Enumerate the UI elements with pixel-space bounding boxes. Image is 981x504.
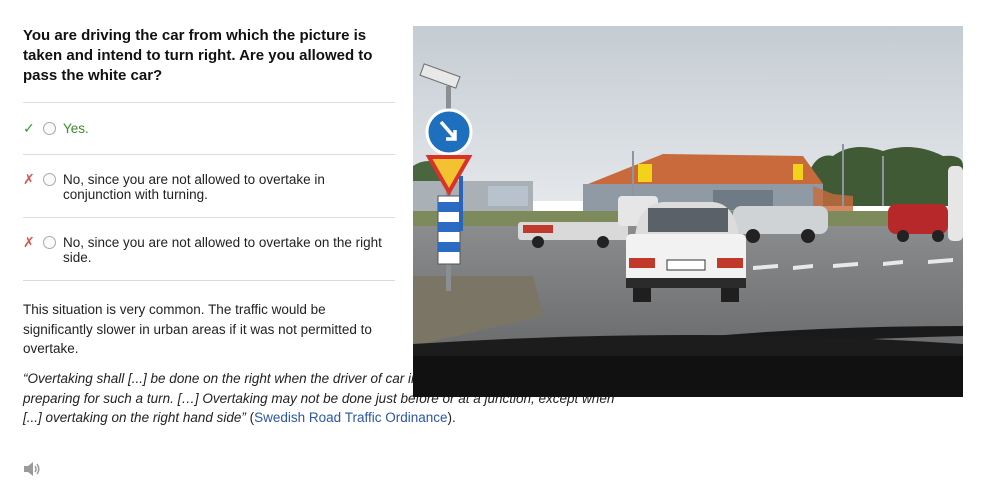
white-car	[626, 202, 746, 302]
source-link[interactable]: Swedish Road Traffic Ordinance	[254, 410, 447, 425]
quote-source-close: ).	[447, 410, 456, 425]
radio-button[interactable]	[43, 173, 56, 186]
situation-photo	[413, 26, 963, 397]
check-icon: ✓	[23, 120, 35, 136]
answer-label: No, since you are not allowed to overtak…	[63, 235, 382, 265]
answer-option-no-turning[interactable]: ✗ No, since you are not allowed to overt…	[23, 154, 395, 217]
speaker-icon[interactable]	[23, 461, 41, 477]
cross-icon: ✗	[23, 234, 35, 250]
cross-icon: ✗	[23, 171, 35, 187]
answer-label: Yes.	[63, 121, 89, 136]
answer-list: ✓ Yes. ✗ No, since you are not allowed t…	[23, 102, 395, 281]
radio-button[interactable]	[43, 122, 56, 135]
answer-label: No, since you are not allowed to overtak…	[63, 172, 325, 202]
answer-option-yes[interactable]: ✓ Yes.	[23, 102, 395, 154]
answer-option-no-right-side[interactable]: ✗ No, since you are not allowed to overt…	[23, 217, 395, 281]
quote-source-open: (	[245, 410, 255, 425]
explanation-text: This situation is very common. The traff…	[23, 302, 372, 356]
radio-button[interactable]	[43, 236, 56, 249]
question-text: You are driving the car from which the p…	[23, 27, 373, 84]
